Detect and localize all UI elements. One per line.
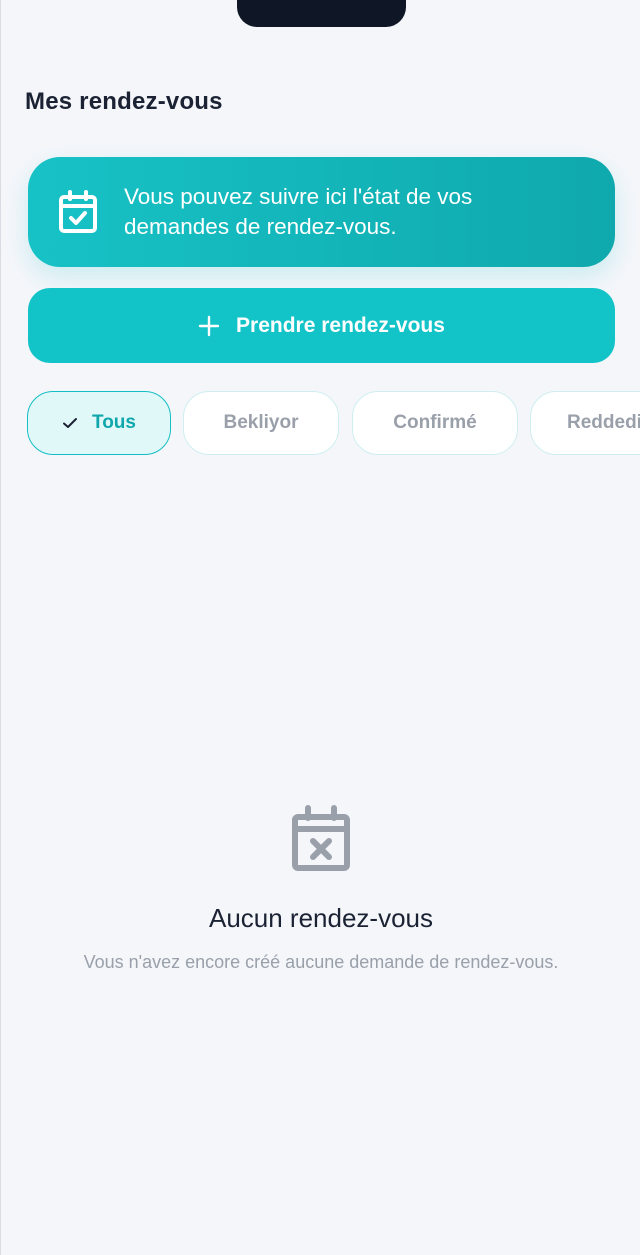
filter-chip-label: Confirmé [393, 412, 477, 433]
app-screen: Mes rendez-vous Vous pouvez suivre ici l… [0, 0, 640, 1255]
empty-state-title: Aucun rendez-vous [208, 903, 434, 933]
check-icon [63, 418, 77, 428]
filter-chip-label: Tous [92, 412, 136, 433]
book-appointment-button[interactable]: Prendre rendez-vous [28, 288, 615, 363]
device-notch [237, 0, 406, 27]
empty-state-subtitle: Vous n'avez encore créé aucune demande d… [83, 952, 559, 972]
info-card-text: Vous pouvez suivre ici l'état de vos dem… [124, 184, 473, 239]
calendar-check-icon [59, 190, 97, 233]
book-appointment-label: Prendre rendez-vous [236, 313, 445, 337]
calendar-x-icon [292, 805, 350, 871]
filter-chip-label: Reddedildi [567, 412, 640, 433]
info-card: Vous pouvez suivre ici l'état de vos dem… [28, 157, 615, 267]
filter-chip-reddedildi[interactable]: Reddedildi [530, 391, 640, 455]
filter-chip-confirme[interactable]: Confirmé [352, 391, 518, 455]
filter-chip-tous[interactable]: Tous [27, 391, 171, 455]
plus-icon [198, 315, 220, 336]
filter-chip-label: Bekliyor [223, 412, 299, 433]
status-filter-bar: Tous Bekliyor Confirmé Reddedildi [27, 391, 640, 455]
empty-state: Aucun rendez-vous Vous n'avez encore cré… [1, 805, 640, 973]
filter-chip-bekliyor[interactable]: Bekliyor [183, 391, 339, 455]
page-title: Mes rendez-vous [25, 88, 223, 115]
